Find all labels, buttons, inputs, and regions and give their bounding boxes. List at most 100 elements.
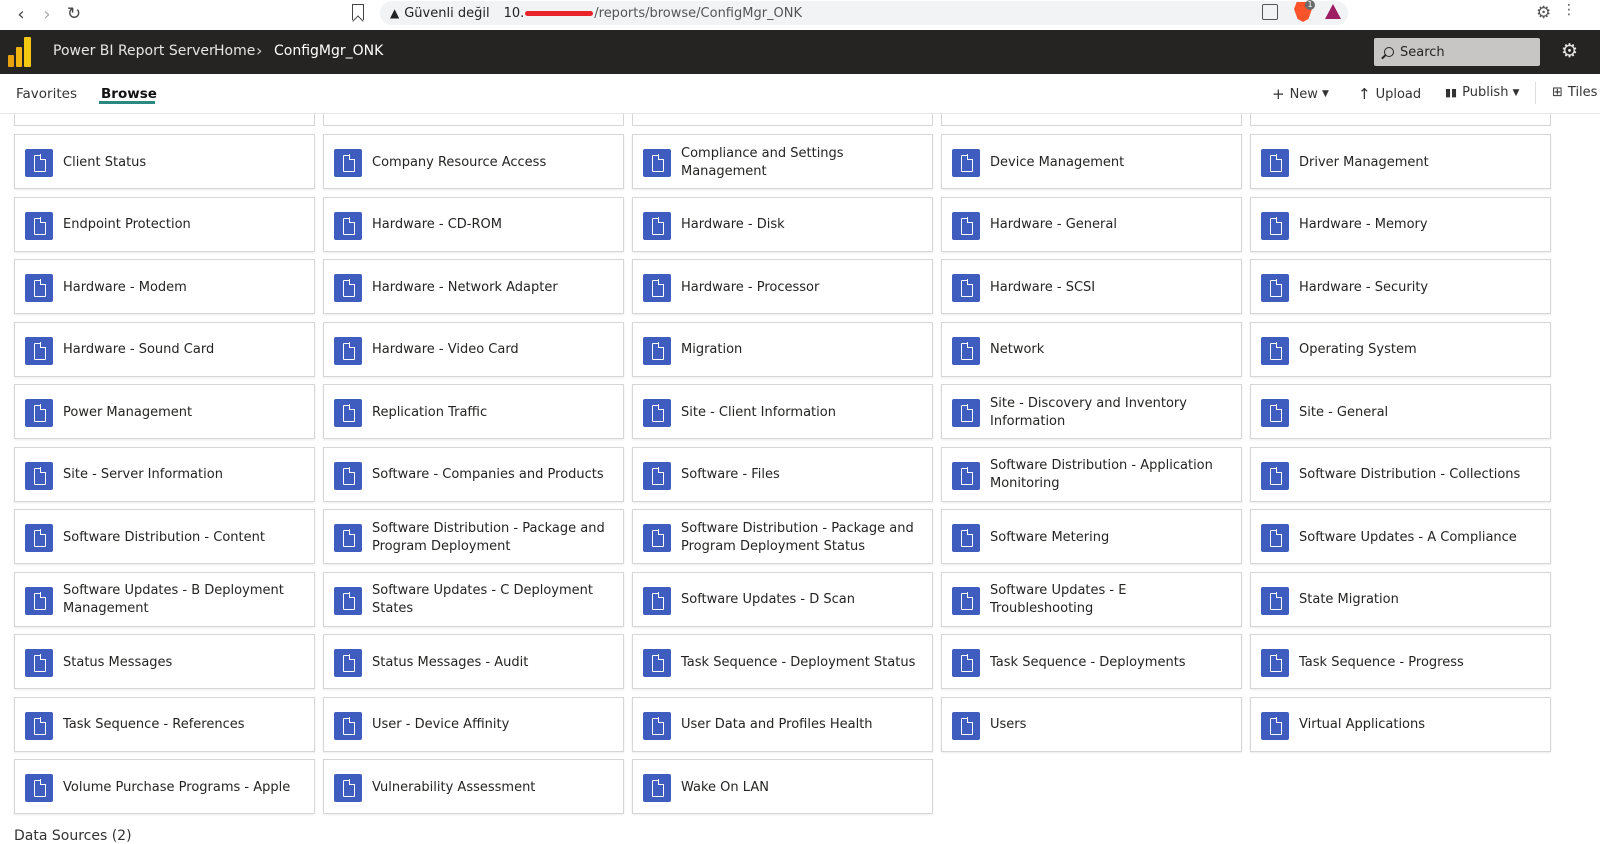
- folder-tile[interactable]: Hardware - Disk: [632, 196, 933, 252]
- folder-tile[interactable]: Volume Purchase Programs - Apple: [14, 759, 315, 814]
- share-icon[interactable]: [1262, 4, 1278, 20]
- folder-tile[interactable]: Software Distribution - Content: [14, 509, 315, 564]
- folder-tile-label: Task Sequence - References: [63, 717, 245, 732]
- upload-button[interactable]: ↑ Upload: [1358, 85, 1421, 103]
- folder-report-icon: [334, 149, 362, 177]
- folder-tile-label: Vulnerability Assessment: [372, 779, 536, 795]
- folder-tile[interactable]: Software Metering: [941, 509, 1242, 564]
- tab-favorites[interactable]: Favorites: [16, 86, 77, 102]
- folder-tile[interactable]: Hardware - Modem: [14, 259, 315, 314]
- folder-tile-partial[interactable]: [941, 114, 1242, 126]
- power-bi-logo-icon[interactable]: [8, 37, 34, 67]
- folder-tile-label: Network: [990, 342, 1045, 357]
- folder-tile[interactable]: Users: [941, 696, 1242, 752]
- folder-tile[interactable]: Software Updates - E Troubleshooting: [941, 571, 1242, 627]
- address-bar[interactable]: ▲ Güvenli değil 10. /reports/browse/Conf…: [380, 1, 1348, 25]
- folder-report-icon: [1261, 711, 1289, 740]
- folder-tile[interactable]: Software - Files: [632, 446, 933, 502]
- folder-tile[interactable]: Network: [941, 321, 1242, 377]
- folder-tile[interactable]: Client Status: [14, 134, 315, 189]
- folder-tile[interactable]: Compliance and Settings Management: [632, 134, 933, 189]
- folder-tile[interactable]: Software Updates - D Scan: [632, 571, 933, 627]
- folder-tile[interactable]: User - Device Affinity: [323, 696, 624, 752]
- folder-tile-label: Hardware - Memory: [1299, 217, 1428, 232]
- folder-tile[interactable]: User Data and Profiles Health: [632, 696, 933, 752]
- folder-tile[interactable]: Hardware - Security: [1250, 259, 1551, 314]
- folder-tile[interactable]: Software Updates - C Deployment States: [323, 571, 624, 627]
- grid-icon: ⊞: [1552, 85, 1563, 100]
- reload-icon[interactable]: ↻: [63, 3, 85, 25]
- folder-report-icon: [1261, 399, 1289, 427]
- folder-tile[interactable]: Hardware - CD-ROM: [323, 196, 624, 252]
- tab-browse[interactable]: Browse: [101, 86, 157, 102]
- folder-tile[interactable]: Software Updates - A Compliance: [1250, 509, 1551, 564]
- toolbar-divider: [1535, 82, 1536, 104]
- folder-tile[interactable]: Company Resource Access: [323, 134, 624, 189]
- new-button[interactable]: + New ▼: [1272, 85, 1329, 103]
- folder-tile[interactable]: Site - Client Information: [632, 384, 933, 439]
- folder-report-icon: [334, 774, 362, 802]
- folder-tile[interactable]: Hardware - Video Card: [323, 321, 624, 377]
- folder-tile[interactable]: Task Sequence - Progress: [1250, 634, 1551, 689]
- folder-tile[interactable]: Hardware - Sound Card: [14, 321, 315, 377]
- tiles-view-button[interactable]: ⊞ Tiles: [1552, 85, 1597, 100]
- folder-tile[interactable]: Status Messages: [14, 634, 315, 689]
- folder-tile[interactable]: Site - Server Information: [14, 446, 315, 502]
- folder-tile[interactable]: Hardware - Processor: [632, 259, 933, 314]
- app-header: Power BI Report Server Home › ConfigMgr_…: [0, 30, 1600, 74]
- folder-tile[interactable]: Replication Traffic: [323, 384, 624, 439]
- app-title[interactable]: Power BI Report Server: [53, 43, 215, 59]
- folder-tile[interactable]: Software Distribution - Package and Prog…: [323, 509, 624, 564]
- folder-tile[interactable]: Hardware - Memory: [1250, 196, 1551, 252]
- folder-tile-partial[interactable]: [14, 114, 315, 126]
- gear-icon[interactable]: ⚙: [1561, 40, 1578, 62]
- folder-tile[interactable]: Virtual Applications: [1250, 696, 1551, 752]
- extensions-icon[interactable]: ⚙: [1536, 3, 1551, 23]
- warning-icon: ▲: [390, 6, 400, 20]
- folder-tile[interactable]: Power Management: [14, 384, 315, 439]
- breadcrumb-home[interactable]: Home: [214, 43, 255, 59]
- folder-tile[interactable]: Site - Discovery and Inventory Informati…: [941, 384, 1242, 439]
- folder-tile-partial[interactable]: [1250, 114, 1551, 126]
- menu-icon[interactable]: ⋮: [1562, 2, 1576, 18]
- folder-tile[interactable]: Software Distribution - Application Moni…: [941, 446, 1242, 502]
- folder-tile[interactable]: Software Distribution - Collections: [1250, 446, 1551, 502]
- folder-tile[interactable]: Site - General: [1250, 384, 1551, 439]
- folder-tile[interactable]: Task Sequence - Deployment Status: [632, 634, 933, 689]
- folder-tile[interactable]: Wake On LAN: [632, 759, 933, 814]
- folder-tile[interactable]: Device Management: [941, 134, 1242, 189]
- folder-tile[interactable]: Operating System: [1250, 321, 1551, 377]
- folder-tile[interactable]: Migration: [632, 321, 933, 377]
- publish-button[interactable]: ▮▮ Publish ▼: [1445, 85, 1519, 100]
- folder-report-icon: [1261, 461, 1289, 490]
- bookmark-icon[interactable]: [352, 4, 364, 20]
- folder-tile-partial[interactable]: [323, 114, 624, 126]
- folder-tile[interactable]: Hardware - Network Adapter: [323, 259, 624, 314]
- folder-tile-label: Task Sequence - Deployment Status: [681, 654, 916, 670]
- forward-arrow-icon[interactable]: ›: [36, 3, 58, 25]
- folder-tile[interactable]: Driver Management: [1250, 134, 1551, 189]
- back-arrow-icon[interactable]: ‹: [10, 3, 32, 25]
- folder-tile-partial[interactable]: [632, 114, 933, 126]
- folder-tile-label: Software Updates - C Deployment States: [372, 583, 593, 616]
- folder-tile-label: Hardware - Modem: [63, 279, 187, 295]
- folder-tile[interactable]: Task Sequence - References: [14, 696, 315, 752]
- folder-tile[interactable]: Software Updates - B Deployment Manageme…: [14, 571, 315, 627]
- folder-tile-label: Site - Client Information: [681, 404, 836, 420]
- folder-tile[interactable]: Endpoint Protection: [14, 196, 315, 252]
- folder-tile[interactable]: Hardware - General: [941, 196, 1242, 252]
- folder-report-icon: [334, 711, 362, 740]
- search-input[interactable]: Search: [1374, 38, 1540, 66]
- folder-tile[interactable]: Hardware - SCSI: [941, 259, 1242, 314]
- folder-tile[interactable]: Vulnerability Assessment: [323, 759, 624, 814]
- folder-report-icon: [25, 649, 53, 677]
- folder-tile[interactable]: Software - Companies and Products: [323, 446, 624, 502]
- folder-report-icon: [643, 461, 671, 490]
- folder-tile-label: Status Messages: [63, 654, 173, 670]
- folder-tile-label: Hardware - Processor: [681, 279, 820, 295]
- folder-tile[interactable]: Task Sequence - Deployments: [941, 634, 1242, 689]
- folder-tile[interactable]: State Migration: [1250, 571, 1551, 627]
- folder-tile[interactable]: Status Messages - Audit: [323, 634, 624, 689]
- rewards-icon[interactable]: [1325, 4, 1341, 19]
- folder-tile[interactable]: Software Distribution - Package and Prog…: [632, 509, 933, 564]
